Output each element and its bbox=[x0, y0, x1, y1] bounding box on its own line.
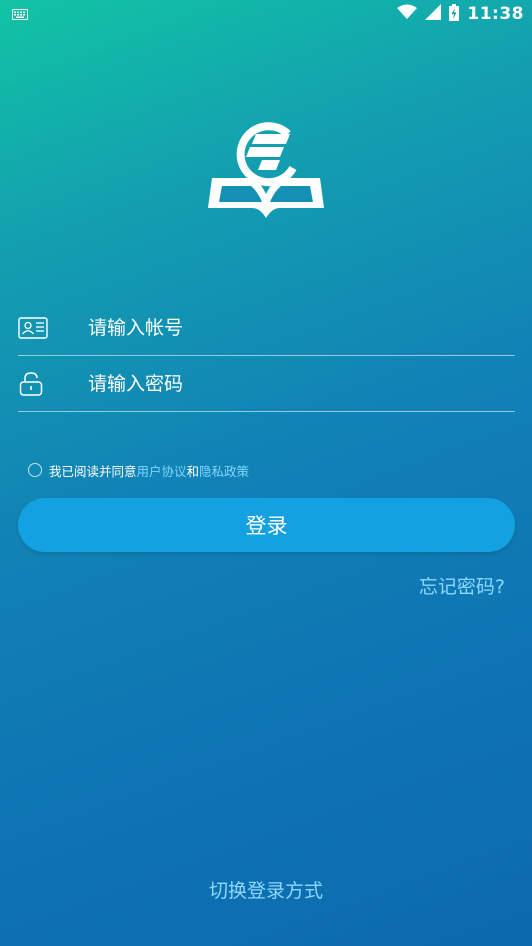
lock-icon bbox=[18, 369, 58, 399]
agreement-and: 和 bbox=[186, 463, 200, 479]
agreement-radio[interactable] bbox=[28, 463, 42, 477]
battery-charging-icon bbox=[449, 3, 460, 25]
wifi-icon bbox=[397, 4, 418, 24]
login-button[interactable]: 登录 bbox=[18, 498, 515, 552]
keyboard-icon bbox=[12, 5, 28, 24]
status-bar: 11:38 bbox=[0, 0, 532, 28]
agreement-prefix: 我已阅读并同意 bbox=[49, 463, 137, 479]
switch-login-method-link[interactable]: 切换登录方式 bbox=[0, 876, 532, 903]
user-agreement-link[interactable]: 用户协议 bbox=[137, 461, 187, 480]
agreement-row: 我已阅读并同意 用户协议 和 隐私政策 bbox=[28, 460, 249, 480]
forgot-password-link[interactable]: 忘记密码? bbox=[419, 572, 505, 599]
app-logo bbox=[206, 116, 326, 222]
privacy-policy-link[interactable]: 隐私政策 bbox=[199, 461, 249, 480]
password-field[interactable] bbox=[18, 356, 515, 412]
account-field[interactable] bbox=[18, 300, 515, 356]
account-input[interactable] bbox=[88, 316, 468, 339]
password-input[interactable] bbox=[88, 372, 468, 395]
status-time: 11:38 bbox=[467, 4, 524, 24]
signal-icon bbox=[425, 4, 442, 24]
id-card-icon bbox=[18, 313, 58, 343]
